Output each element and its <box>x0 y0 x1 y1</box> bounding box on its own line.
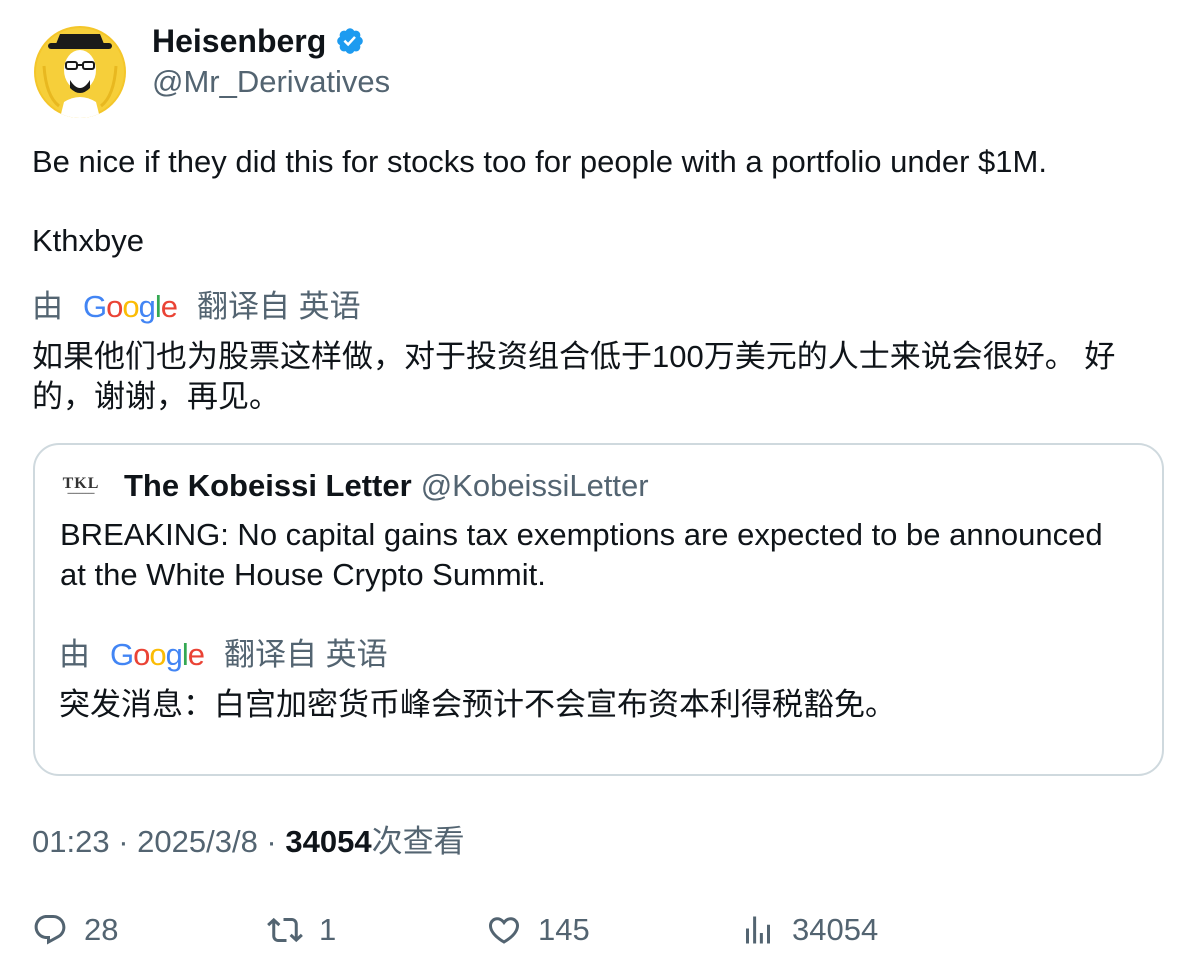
translated-text-line: 的，谢谢，再见。 <box>32 379 280 414</box>
google-logo: Google <box>83 289 178 324</box>
quoted-tweet-author: TKL ━━━━━━━━━ The Kobeissi Letter @Kobei… <box>61 467 649 505</box>
views-button[interactable]: 34054 <box>740 910 878 950</box>
meta-separator: · <box>109 824 138 859</box>
views-chart-icon <box>746 916 770 944</box>
quoted-avatar-logo: TKL <box>62 474 100 492</box>
heart-icon <box>488 917 520 944</box>
like-button[interactable]: 145 <box>486 910 590 950</box>
translation-attribution[interactable]: 由 Google 翻译自 英语 <box>32 287 361 327</box>
avatar[interactable] <box>34 26 126 118</box>
retweet-button[interactable]: 1 <box>267 910 336 950</box>
views-label: 次查看 <box>371 824 465 859</box>
views-count: 34054 <box>285 824 372 859</box>
quoted-text-line: BREAKING: No capital gains tax exemption… <box>60 517 1103 552</box>
retweet-count: 1 <box>319 912 337 947</box>
quoted-tweet-card[interactable]: TKL ━━━━━━━━━ The Kobeissi Letter @Kobei… <box>33 443 1164 776</box>
translation-prefix: 由 <box>59 637 90 672</box>
quoted-avatar: TKL ━━━━━━━━━ <box>62 474 100 497</box>
like-count: 145 <box>538 912 590 947</box>
translation-prefix: 由 <box>32 289 63 324</box>
views-count-action: 34054 <box>792 912 879 947</box>
author-name-row[interactable]: Heisenberg <box>152 22 390 60</box>
reply-count: 28 <box>84 912 119 947</box>
google-logo: Google <box>110 637 205 672</box>
translated-text-line: 如果他们也为股票这样做，对于投资组合低于100万美元的人士来说会很好。 好 <box>32 339 1116 374</box>
author-handle[interactable]: @Mr_Derivatives <box>152 62 390 102</box>
tweet-text: Be nice if they did this for stocks too … <box>32 142 1162 261</box>
meta-separator: · <box>257 824 286 859</box>
translation-suffix: 翻译自 英语 <box>224 637 388 672</box>
action-bar: 28 1 145 34054 <box>0 910 1196 954</box>
quoted-author-handle: @KobeissiLetter <box>420 468 649 503</box>
tweet-time[interactable]: 01:23 <box>32 824 110 859</box>
retweet-icon <box>267 917 303 943</box>
tweet-text-line: Be nice if they did this for stocks too … <box>32 144 1047 179</box>
quoted-text-line: at the White House Crypto Summit. <box>60 557 546 592</box>
reply-icon <box>34 915 66 945</box>
reply-button[interactable]: 28 <box>32 910 118 950</box>
tweet-text-line: Kthxbye <box>32 223 145 258</box>
translated-text: 如果他们也为股票这样做，对于投资组合低于100万美元的人士来说会很好。 好 的，… <box>32 337 1172 417</box>
quoted-translated-text: 突发消息：白宫加密货币峰会预计不会宣布资本利得税豁免。 <box>59 687 896 722</box>
tweet-date[interactable]: 2025/3/8 <box>137 824 258 859</box>
quoted-author-name: The Kobeissi Letter <box>124 468 412 503</box>
quoted-tweet-text: BREAKING: No capital gains tax exemption… <box>60 515 1150 595</box>
author-name[interactable]: Heisenberg <box>152 22 326 60</box>
quoted-translation-attribution[interactable]: 由 Google 翻译自 英语 <box>59 635 388 675</box>
tweet-author: Heisenberg @Mr_Derivatives <box>152 22 390 102</box>
tweet-meta: 01:23 · 2025/3/8 · 34054次查看 <box>32 822 465 862</box>
verified-badge-icon <box>337 28 364 54</box>
translation-suffix: 翻译自 英语 <box>197 289 361 324</box>
